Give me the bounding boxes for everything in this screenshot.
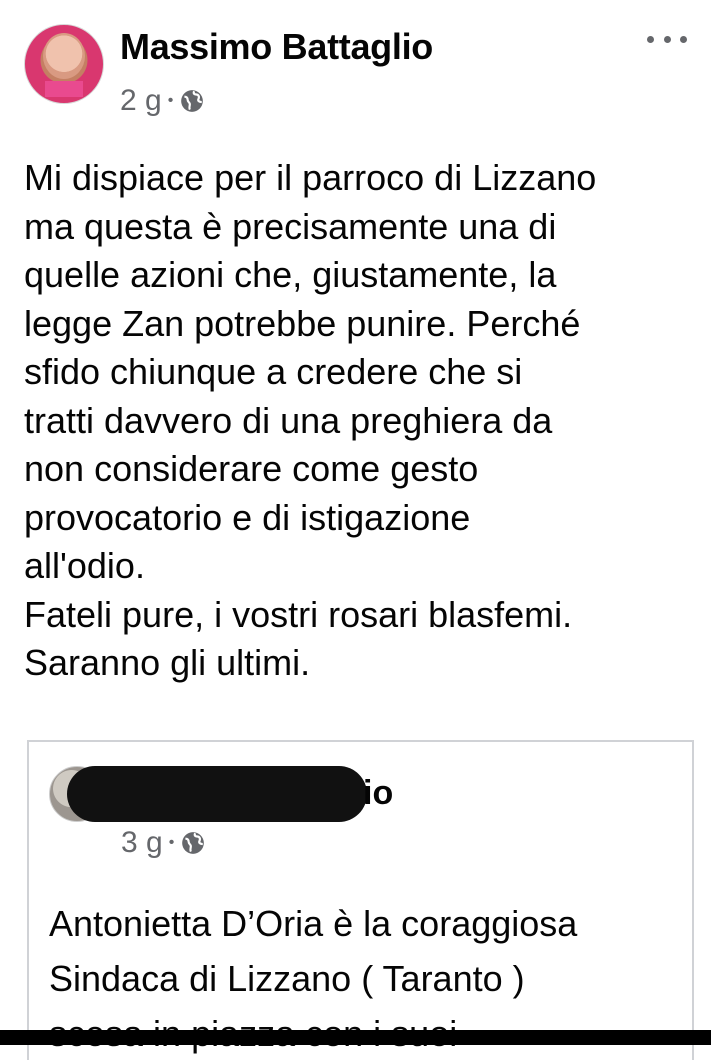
more-options-icon: [680, 35, 687, 43]
more-options-icon: [647, 35, 654, 43]
globe-icon: [181, 90, 204, 112]
post-meta: 2 g •: [120, 84, 205, 118]
post-author-name[interactable]: Massimo Battaglio: [120, 26, 433, 68]
author-avatar[interactable]: [24, 24, 104, 104]
shared-author-name[interactable]: io: [363, 774, 393, 813]
meta-separator: •: [167, 92, 174, 109]
bottom-edge: [0, 1030, 711, 1045]
shared-post-meta: 3 g •: [121, 826, 206, 860]
avatar-badge-logo: [45, 81, 83, 97]
post-time[interactable]: 2 g: [120, 84, 162, 118]
redaction-bar: [67, 766, 367, 822]
shared-post-time[interactable]: 3 g: [121, 826, 163, 860]
more-options-icon: [663, 35, 671, 43]
post-text: Mi dispiace per il parroco di Lizzano ma…: [24, 157, 597, 683]
avatar-face: [43, 33, 85, 79]
meta-separator: •: [168, 834, 175, 851]
globe-icon: [182, 832, 205, 854]
facebook-post: Massimo Battaglio 2 g • Mi dispiace per …: [0, 0, 711, 1060]
shared-post-card[interactable]: io 3 g • Antonietta D’Oria è la coraggio…: [27, 740, 694, 1060]
more-options-button[interactable]: [647, 26, 687, 52]
